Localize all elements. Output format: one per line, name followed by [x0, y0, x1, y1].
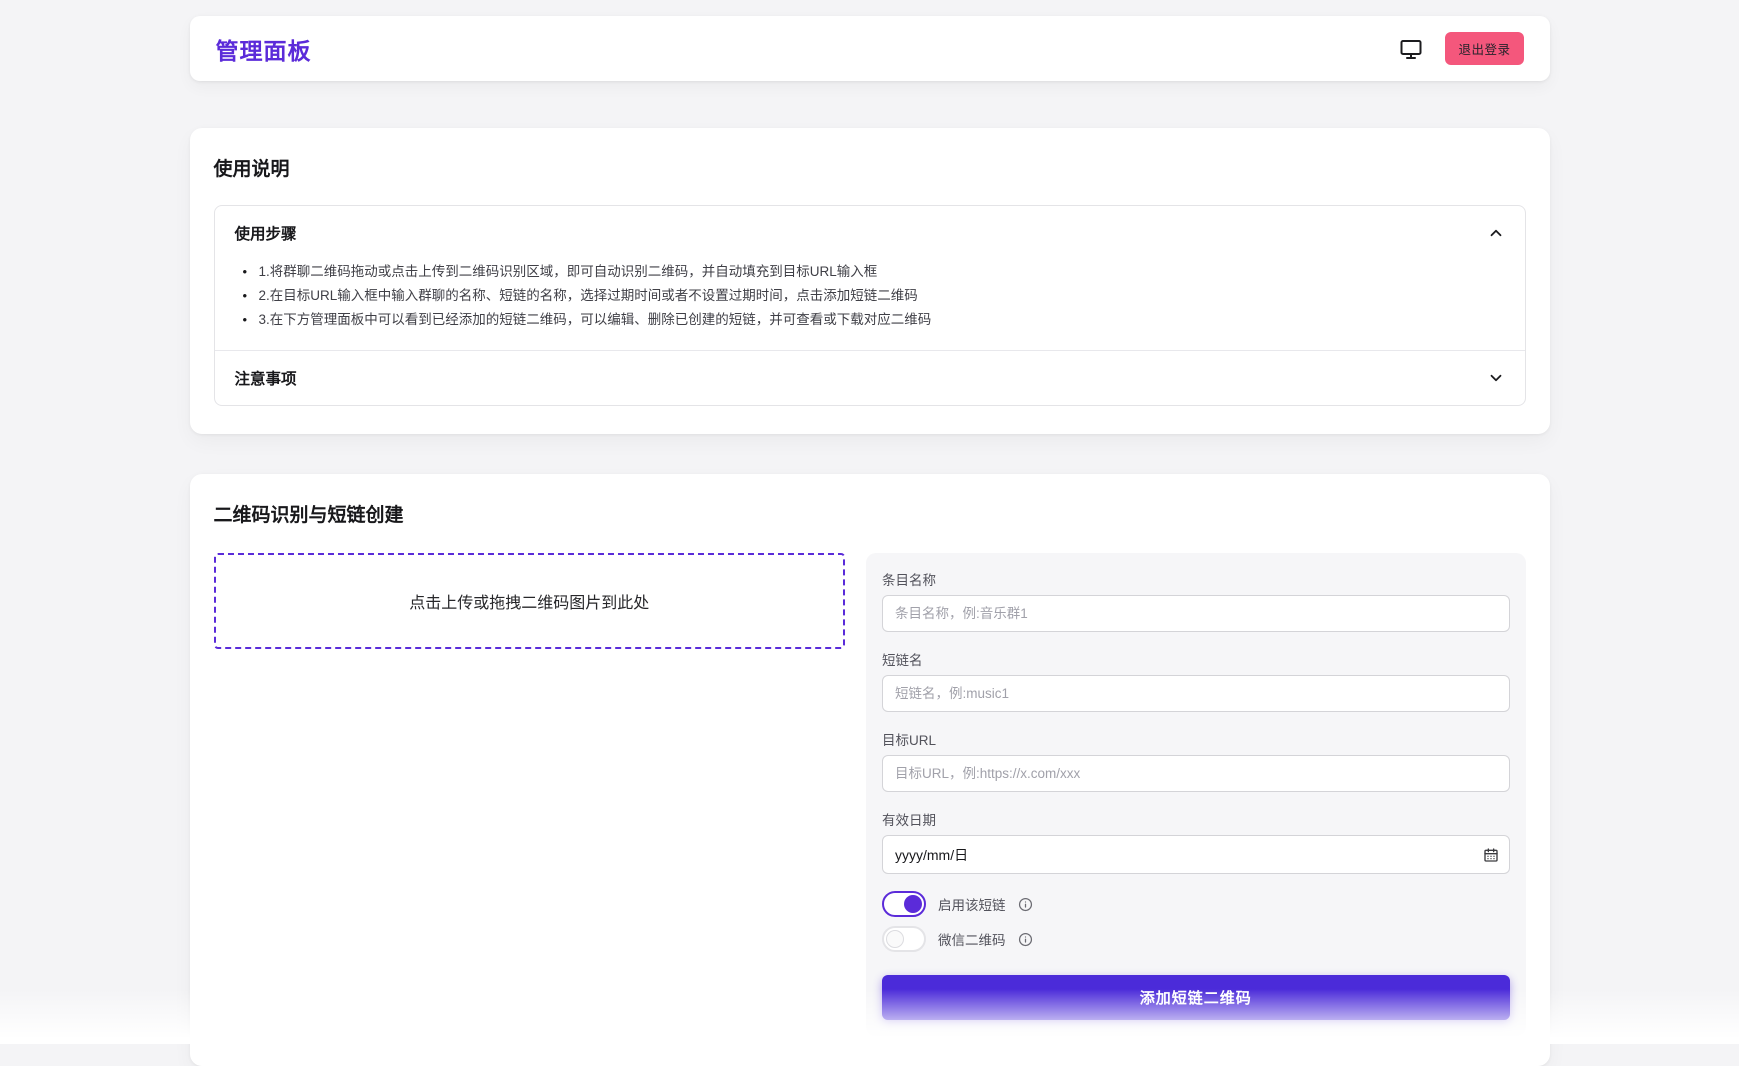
logout-button[interactable]: 退出登录: [1445, 32, 1523, 65]
valid-date-field: [882, 835, 1510, 874]
monitor-icon: [1399, 37, 1423, 61]
header: 管理面板 退出登录: [190, 16, 1550, 81]
notes-label: 注意事项: [235, 367, 297, 389]
calendar-icon[interactable]: [1483, 847, 1499, 863]
usage-step-item: 1.将群聊二维码拖动或点击上传到二维码识别区域，即可自动识别二维码，并自动填充到…: [237, 260, 1505, 284]
short-link-input[interactable]: [882, 675, 1510, 712]
info-icon[interactable]: [1018, 932, 1033, 947]
toggle-knob: [886, 930, 904, 948]
valid-date-input[interactable]: [882, 835, 1510, 874]
info-icon[interactable]: [1018, 897, 1033, 912]
page-shell: 管理面板 退出登录 使用说明 使用步骤: [190, 0, 1550, 1066]
qr-upload-dropzone[interactable]: 点击上传或拖拽二维码图片到此处: [214, 553, 846, 649]
usage-step-item: 2.在目标URL输入框中输入群聊的名称、短链的名称，选择过期时间或者不设置过期时…: [237, 284, 1505, 308]
shortlink-form: 条目名称 短链名 目标URL 有效日期: [866, 553, 1526, 1036]
usage-step-item: 3.在下方管理面板中可以看到已经添加的短链二维码，可以编辑、删除已创建的短链，并…: [237, 308, 1505, 332]
qr-card: 二维码识别与短链创建 点击上传或拖拽二维码图片到此处 条目名称 短链名 目标UR…: [190, 474, 1550, 1066]
entry-name-input[interactable]: [882, 595, 1510, 632]
page-title: 管理面板: [216, 32, 312, 66]
instructions-card: 使用说明 使用步骤 1.将群聊二维码拖动或点击上传到二维码识别区域，即可自动识别…: [190, 128, 1550, 434]
qr-content-row: 点击上传或拖拽二维码图片到此处 条目名称 短链名 目标URL 有效日期: [214, 553, 1526, 1036]
toggle-knob: [904, 895, 922, 913]
dropzone-text: 点击上传或拖拽二维码图片到此处: [409, 589, 649, 613]
wechat-qr-label: 微信二维码: [938, 929, 1006, 949]
instructions-title: 使用说明: [214, 154, 1526, 181]
accordion-header-usage-steps[interactable]: 使用步骤: [215, 206, 1525, 260]
wechat-qr-row: 微信二维码: [882, 926, 1510, 952]
short-link-group: 短链名: [882, 649, 1510, 712]
valid-date-group: 有效日期: [882, 809, 1510, 874]
short-link-label: 短链名: [882, 649, 1510, 669]
wechat-qr-toggle[interactable]: [882, 926, 926, 952]
target-url-label: 目标URL: [882, 729, 1510, 749]
qr-section-title: 二维码识别与短链创建: [214, 500, 1526, 527]
chevron-up-icon: [1487, 224, 1505, 242]
enable-shortlink-row: 启用该短链: [882, 891, 1510, 917]
chevron-down-icon: [1487, 369, 1505, 387]
enable-shortlink-label: 启用该短链: [938, 894, 1006, 914]
usage-steps-content: 1.将群聊二维码拖动或点击上传到二维码识别区域，即可自动识别二维码，并自动填充到…: [215, 260, 1525, 350]
valid-date-label: 有效日期: [882, 809, 1510, 829]
add-shortlink-button[interactable]: 添加短链二维码: [882, 975, 1510, 1020]
accordion-header-notes[interactable]: 注意事项: [215, 351, 1525, 405]
enable-shortlink-toggle[interactable]: [882, 891, 926, 917]
target-url-input[interactable]: [882, 755, 1510, 792]
header-actions: 退出登录: [1399, 32, 1523, 65]
entry-name-group: 条目名称: [882, 569, 1510, 632]
instructions-accordion: 使用步骤 1.将群聊二维码拖动或点击上传到二维码识别区域，即可自动识别二维码，并…: [214, 205, 1526, 406]
usage-steps-label: 使用步骤: [235, 222, 297, 244]
entry-name-label: 条目名称: [882, 569, 1510, 589]
usage-steps-list: 1.将群聊二维码拖动或点击上传到二维码识别区域，即可自动识别二维码，并自动填充到…: [237, 260, 1505, 332]
target-url-group: 目标URL: [882, 729, 1510, 792]
display-mode-button[interactable]: [1399, 37, 1423, 61]
